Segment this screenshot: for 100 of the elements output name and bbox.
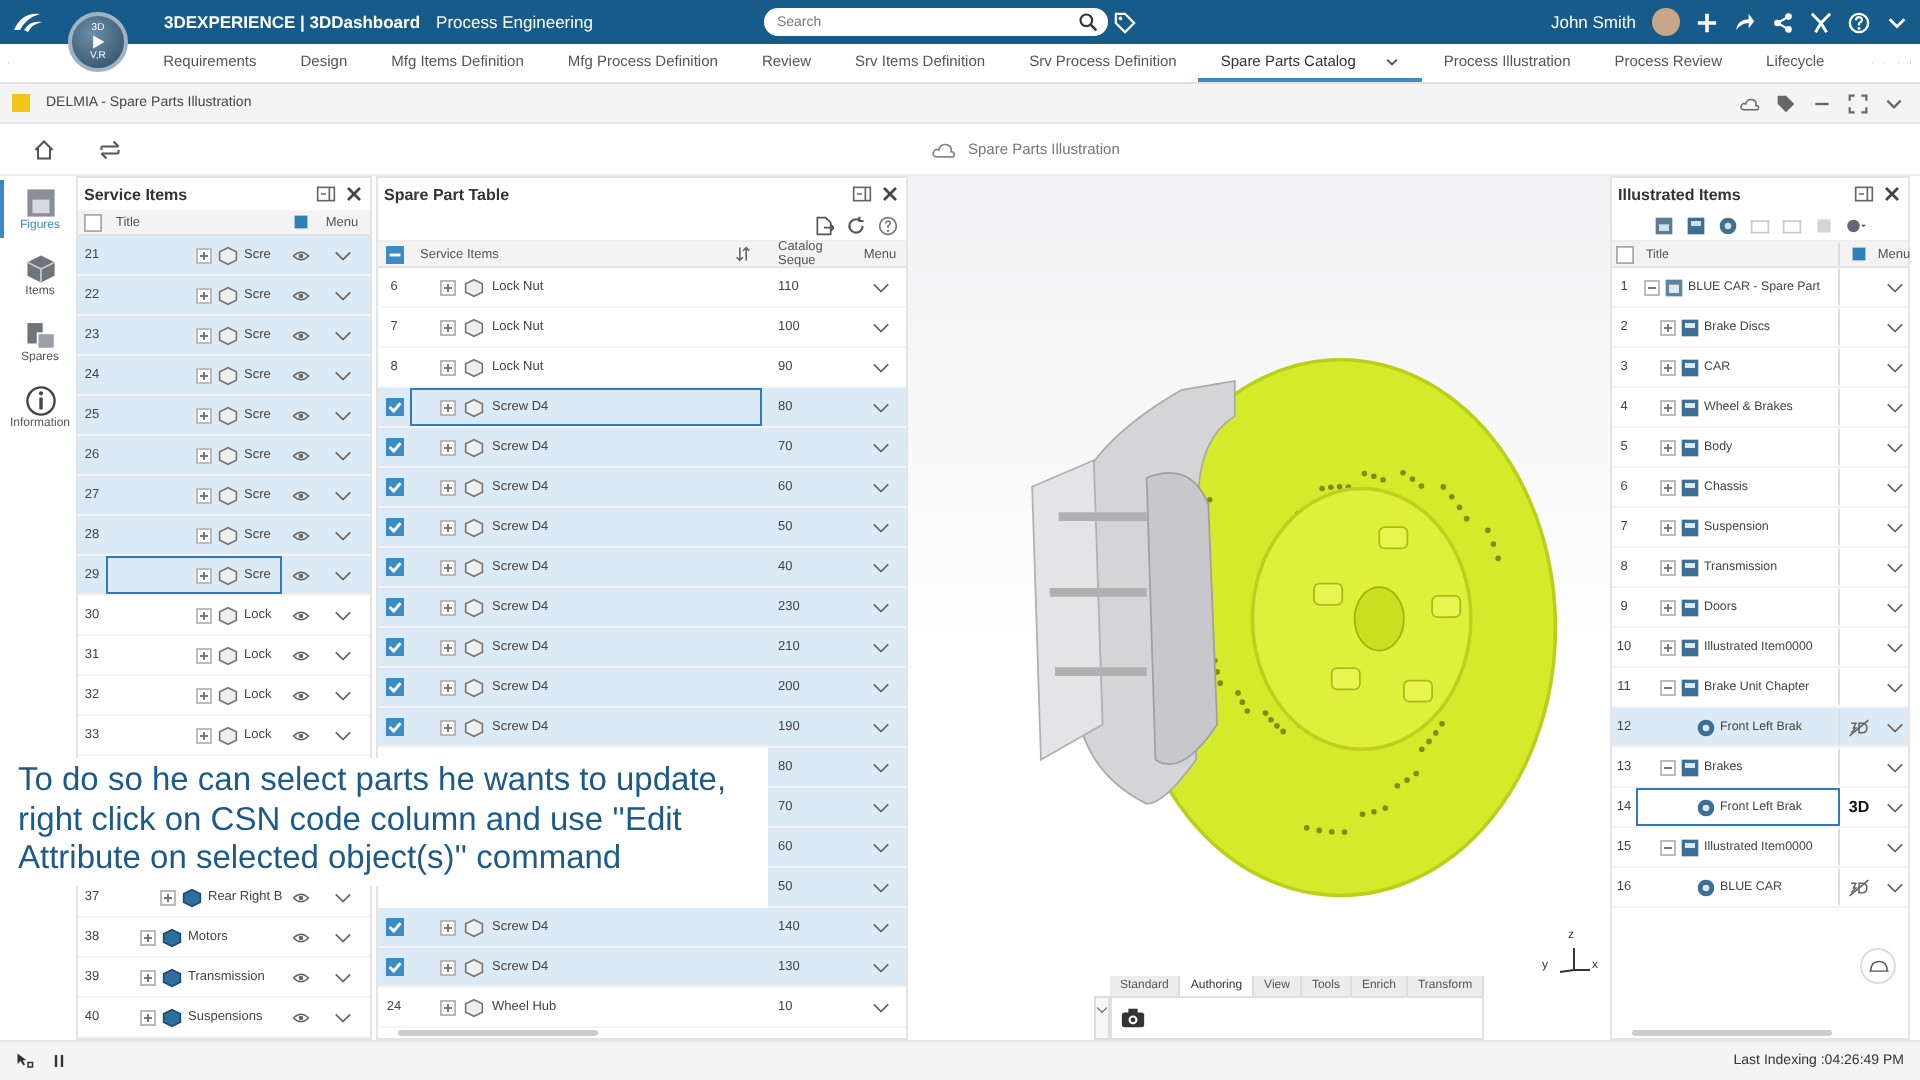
collapse-icon[interactable]: [1660, 839, 1676, 855]
chevron-down-icon[interactable]: [333, 1009, 351, 1025]
collapse-icon[interactable]: [1660, 759, 1676, 775]
chevron-down-icon[interactable]: [333, 327, 351, 343]
chevron-down-icon[interactable]: [1885, 879, 1903, 895]
dock-icon[interactable]: [852, 184, 872, 204]
refresh-icon[interactable]: [846, 215, 866, 235]
sort-icon[interactable]: [734, 246, 752, 262]
illustration-icon[interactable]: [1654, 215, 1674, 235]
eye-icon[interactable]: [291, 687, 309, 703]
eye-icon[interactable]: [291, 447, 309, 463]
dock-icon[interactable]: [1854, 184, 1874, 204]
eye-icon[interactable]: [291, 287, 309, 303]
expand-icon[interactable]: [440, 999, 456, 1015]
chevron-down-icon[interactable]: [871, 519, 889, 535]
chevron-down-icon[interactable]: [333, 447, 351, 463]
expand-icon[interactable]: [440, 279, 456, 295]
swap-icon[interactable]: [98, 137, 122, 161]
3d-label[interactable]: 3D: [1848, 798, 1870, 816]
chevron-down-icon[interactable]: [1885, 479, 1903, 495]
pause-icon[interactable]: [50, 1052, 68, 1070]
chevron-down-icon[interactable]: [871, 559, 889, 575]
chevron-down-icon[interactable]: [871, 839, 889, 855]
eye-icon[interactable]: [291, 1009, 309, 1025]
expand-icon[interactable]: [196, 687, 212, 703]
row-checkbox[interactable]: [385, 638, 403, 656]
share-icon[interactable]: [1772, 11, 1794, 33]
eye-icon[interactable]: [291, 929, 309, 945]
chevron-down-icon[interactable]: [1885, 759, 1903, 775]
illustration-icon[interactable]: [1718, 215, 1738, 235]
cloud-icon[interactable]: [1740, 93, 1760, 113]
chevron-down-icon[interactable]: [1885, 639, 1903, 655]
select-all-checkbox[interactable]: [385, 245, 403, 263]
chevron-down-icon[interactable]: [1885, 559, 1903, 575]
palette-icon[interactable]: [1846, 215, 1866, 235]
close-icon[interactable]: [1882, 184, 1902, 204]
chevron-down-icon[interactable]: [333, 527, 351, 543]
expand-icon[interactable]: [140, 969, 156, 985]
expand-icon[interactable]: [440, 479, 456, 495]
expand-icon[interactable]: [440, 719, 456, 735]
row-checkbox[interactable]: [385, 518, 403, 536]
chevron-down-icon[interactable]: [871, 319, 889, 335]
expand-icon[interactable]: [1660, 439, 1676, 455]
row-checkbox[interactable]: [385, 438, 403, 456]
chevron-down-icon[interactable]: [871, 599, 889, 615]
expand-icon[interactable]: [440, 319, 456, 335]
chevron-down-icon[interactable]: [1096, 1002, 1108, 1018]
expand-icon[interactable]: [440, 439, 456, 455]
expand-icon[interactable]: [196, 327, 212, 343]
plus-icon[interactable]: [1696, 11, 1718, 33]
expand-icon[interactable]: [140, 929, 156, 945]
eye-icon[interactable]: [291, 527, 309, 543]
eye-icon[interactable]: [291, 567, 309, 583]
expand-icon[interactable]: [196, 527, 212, 543]
expand-icon[interactable]: [1660, 599, 1676, 615]
row-checkbox[interactable]: [385, 718, 403, 736]
chevron-down-icon[interactable]: [871, 999, 889, 1015]
expand-icon[interactable]: [440, 959, 456, 975]
chevron-down-icon[interactable]: [1885, 359, 1903, 375]
chevron-down-icon[interactable]: [871, 879, 889, 895]
chevron-down-icon[interactable]: [871, 399, 889, 415]
cursor-icon[interactable]: [16, 1052, 34, 1070]
close-icon[interactable]: [344, 184, 364, 204]
expand-icon[interactable]: [196, 727, 212, 743]
chevron-down-icon[interactable]: [333, 247, 351, 263]
chevron-down-icon[interactable]: [871, 759, 889, 775]
eye-icon[interactable]: [291, 327, 309, 343]
chevron-down-icon[interactable]: [871, 639, 889, 655]
eye-icon[interactable]: [291, 487, 309, 503]
row-checkbox[interactable]: [385, 598, 403, 616]
chevron-down-icon[interactable]: [871, 359, 889, 375]
select-all-checkbox[interactable]: [1615, 245, 1633, 263]
chevron-down-icon[interactable]: [333, 889, 351, 905]
chevron-down-icon[interactable]: [871, 479, 889, 495]
expand-icon[interactable]: [1660, 519, 1676, 535]
row-checkbox[interactable]: [385, 478, 403, 496]
expand-icon[interactable]: [440, 559, 456, 575]
select-all-checkbox[interactable]: [83, 213, 101, 231]
dock-icon[interactable]: [316, 184, 336, 204]
chevron-down-icon[interactable]: [1885, 319, 1903, 335]
eye-icon[interactable]: [291, 607, 309, 623]
chevron-down-icon[interactable]: [333, 607, 351, 623]
expand-icon[interactable]: [196, 607, 212, 623]
hidden-in-3d-icon[interactable]: [1848, 877, 1870, 897]
expand-icon[interactable]: [440, 919, 456, 935]
chevron-down-icon[interactable]: [1885, 839, 1903, 855]
avatar-icon[interactable]: [1652, 8, 1680, 36]
chevron-down-icon[interactable]: [871, 439, 889, 455]
chevron-down-icon[interactable]: [1885, 799, 1903, 815]
home-icon[interactable]: [32, 137, 56, 161]
chevron-down-icon[interactable]: [333, 969, 351, 985]
chevron-down-icon[interactable]: [333, 727, 351, 743]
eye-icon[interactable]: [291, 247, 309, 263]
expand-icon[interactable]: [440, 399, 456, 415]
expand-icon[interactable]: [440, 599, 456, 615]
eye-icon[interactable]: [291, 367, 309, 383]
row-checkbox[interactable]: [385, 398, 403, 416]
expand-icon[interactable]: [196, 287, 212, 303]
chevron-down-icon[interactable]: [333, 647, 351, 663]
expand-icon[interactable]: [1660, 479, 1676, 495]
